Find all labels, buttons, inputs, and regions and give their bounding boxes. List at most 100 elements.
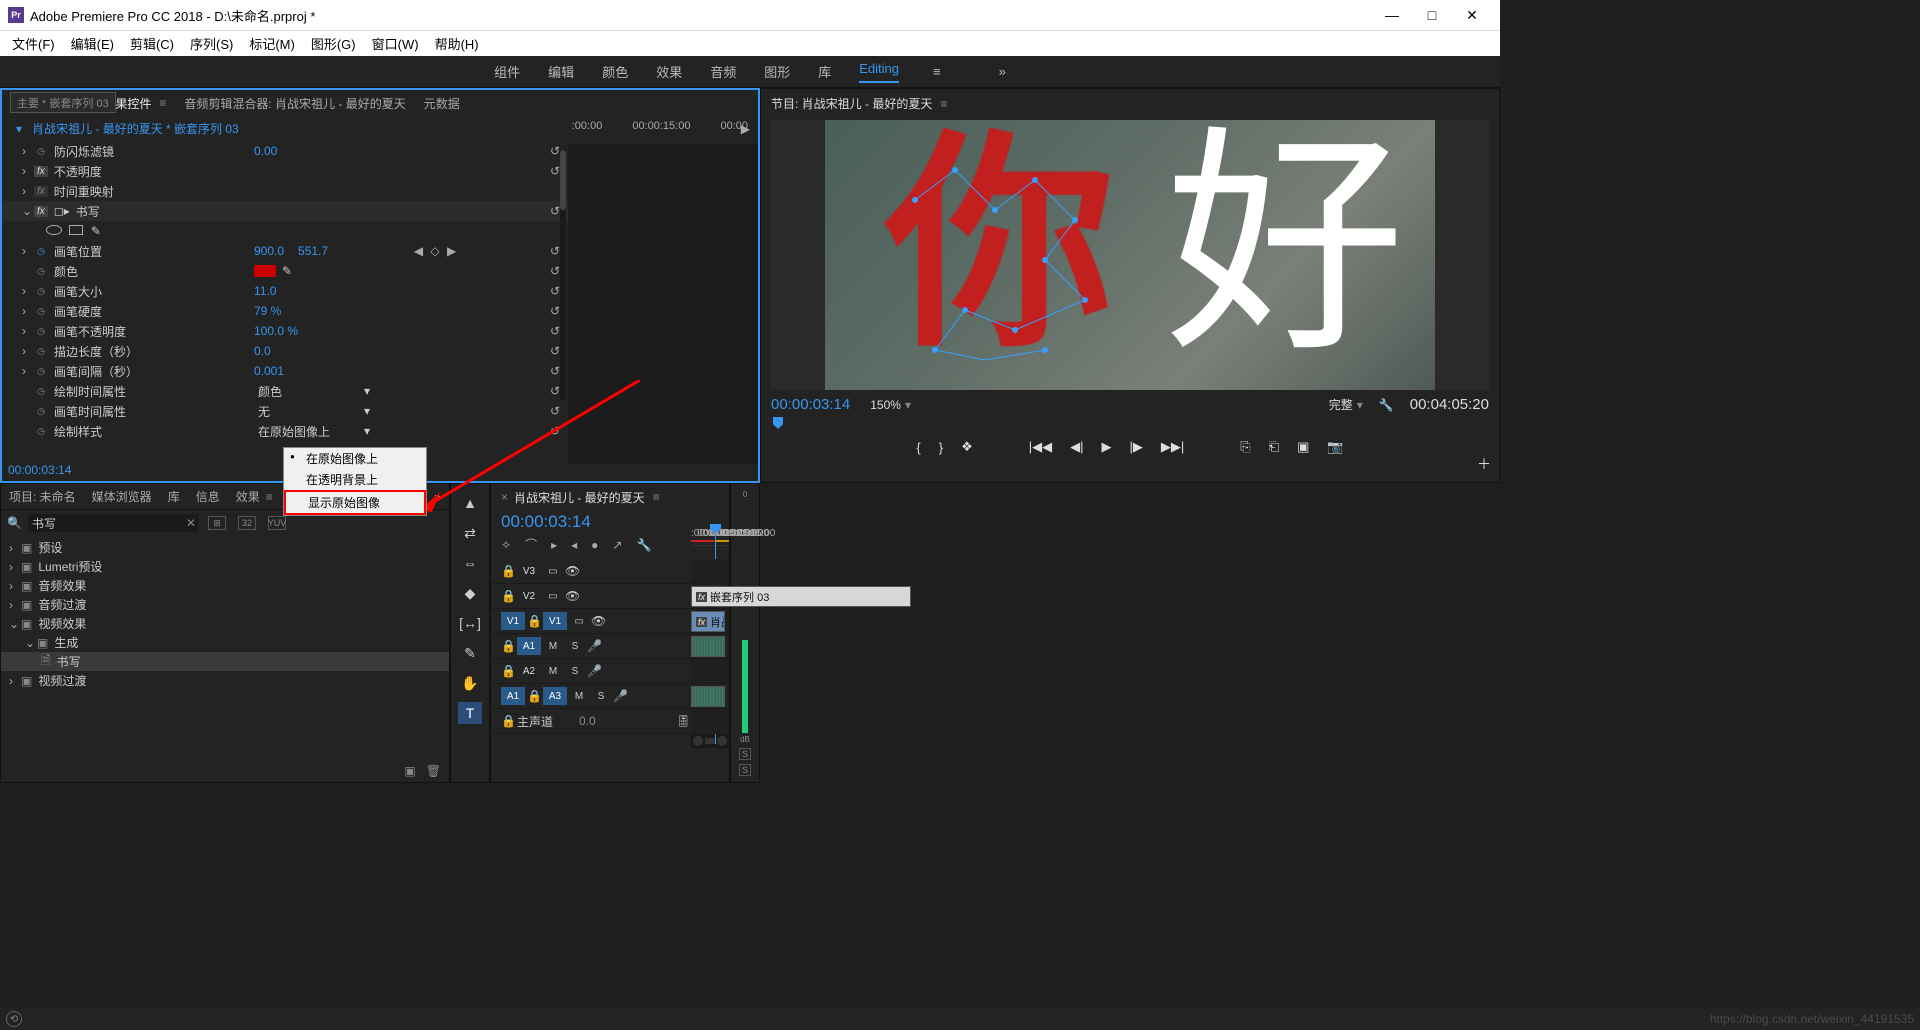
export-frame-icon[interactable]: ▣ (1297, 439, 1309, 455)
prog-tc-in[interactable]: 00:00:03:14 (771, 396, 850, 413)
track-a2[interactable]: 🔒A2MS🎤 (491, 659, 691, 684)
clip-audio-a1[interactable] (691, 636, 725, 657)
motion-path-overlay[interactable] (895, 150, 1115, 380)
reset-icon[interactable]: ↺ (550, 324, 560, 338)
prop-brush-gap[interactable]: ›◷ 画笔间隔（秒） 0.001 ↺ (2, 361, 570, 381)
prop-write-effect[interactable]: ⌄fx ◻▸ 书写 ↺ (2, 201, 570, 221)
solo-toggle[interactable]: S (739, 748, 751, 760)
ec-panel-menu-icon[interactable]: ≡ (159, 96, 166, 110)
reset-icon[interactable]: ↺ (550, 144, 560, 158)
reset-icon[interactable]: ↺ (550, 284, 560, 298)
fx-badge-yuv[interactable]: YUV (268, 516, 286, 530)
ws-editing[interactable]: 编辑 (548, 62, 574, 81)
ws-graphics[interactable]: 图形 (764, 62, 790, 81)
timeline-clip-area[interactable]: fx嵌套序列 03 fx肖战宋祖儿 - 最好的夏天.mp4 [V] (691, 559, 729, 734)
trash-icon[interactable]: 🗑 (426, 764, 441, 778)
menu-sequence[interactable]: 序列(S) (182, 34, 241, 53)
ec-scrollbar[interactable] (560, 150, 566, 400)
maximize-button[interactable]: □ (1412, 7, 1452, 23)
tree-generate[interactable]: ⌄▣生成 (1, 633, 449, 652)
tab-info[interactable]: 信息 (196, 488, 220, 505)
go-to-out-icon[interactable]: ▶▶| (1161, 439, 1184, 455)
fx-badge-32[interactable]: 32 (238, 516, 256, 530)
color-swatch[interactable] (254, 265, 276, 277)
tab-metadata[interactable]: 元数据 (424, 95, 460, 112)
selection-tool-icon[interactable]: ▲ (458, 492, 482, 514)
go-to-in-icon[interactable]: |◀◀ (1029, 439, 1052, 455)
fx-badge-accel[interactable]: ⊞ (208, 516, 226, 530)
timeline-ruler[interactable]: :00:00 00:00:15:00 00:00:30:00 00:00:45:… (691, 524, 729, 546)
reset-icon[interactable]: ↺ (550, 424, 560, 438)
button-editor-plus-icon[interactable]: ＋ (1477, 454, 1491, 474)
marker-icon[interactable]: ● (591, 538, 598, 552)
settings2-icon[interactable]: ↗ (612, 538, 622, 552)
ec-timecode[interactable]: 00:00:03:14 (8, 463, 71, 477)
reset-icon[interactable]: ↺ (550, 364, 560, 378)
ws-assembly[interactable]: 组件 (494, 62, 520, 81)
solo-toggle-2[interactable]: S (739, 764, 751, 776)
prop-brush-time[interactable]: ›◷ 画笔时间属性 无▾ ↺ (2, 401, 570, 421)
step-forward-icon[interactable]: |▶ (1130, 439, 1143, 455)
menu-window[interactable]: 窗口(W) (364, 34, 427, 53)
val-brush-pos-y[interactable]: 551.7 (298, 244, 328, 258)
menu-help[interactable]: 帮助(H) (427, 34, 487, 53)
tl-panel-menu-icon[interactable]: ≡ (653, 490, 660, 504)
menu-marker[interactable]: 标记(M) (241, 34, 303, 53)
val-brush-gap[interactable]: 0.001 (254, 364, 284, 378)
track-a1[interactable]: 🔒A1MS🎤 (491, 634, 691, 659)
cc-icon[interactable]: ⟲ (6, 1011, 22, 1027)
tab-media-browser[interactable]: 媒体浏览器 (92, 488, 152, 505)
ws-effects[interactable]: 效果 (656, 62, 682, 81)
prop-timeremap[interactable]: ›fx 时间重映射 (2, 181, 570, 201)
reset-icon[interactable]: ↺ (550, 344, 560, 358)
tab-project[interactable]: 项目: 未命名 (9, 488, 76, 505)
close-button[interactable]: ✕ (1452, 7, 1492, 24)
ripple-tool-icon[interactable]: ⇔ (458, 552, 482, 574)
reset-icon[interactable]: ↺ (550, 404, 560, 418)
val-stroke-len[interactable]: 0.0 (254, 344, 271, 358)
dd-option-show-original[interactable]: 显示原始图像 (284, 490, 426, 515)
track-v2[interactable]: 🔒V2▭👁 (491, 584, 691, 609)
val-brush-hard[interactable]: 79 % (254, 304, 281, 318)
snap-icon[interactable]: ✧ (501, 538, 511, 552)
program-canvas[interactable]: 你 好 (771, 120, 1489, 390)
prop-paint-style[interactable]: ›◷ 绘制样式 在原始图像上▾ ↺ (2, 421, 570, 441)
tl-horizontal-scroll[interactable] (691, 734, 729, 748)
rect-mask-icon[interactable] (69, 225, 83, 235)
ec-keyframe-area[interactable] (568, 144, 758, 464)
prog-scrubber[interactable] (773, 417, 1487, 433)
linked-sel-icon[interactable]: ⌒ (525, 536, 537, 553)
prop-opacity[interactable]: ›fx 不透明度 ↺ (2, 161, 570, 181)
slip-tool-icon[interactable]: [↔] (458, 612, 482, 634)
ws-overflow-icon[interactable]: » (999, 64, 1006, 79)
track-select-tool-icon[interactable]: ⇄ (458, 522, 482, 544)
tree-audio-trans[interactable]: ›▣音频过渡 (1, 595, 449, 614)
tab-effects[interactable]: 效果 (236, 488, 260, 505)
clip-nested-seq[interactable]: fx嵌套序列 03 (691, 586, 911, 607)
add-marker-icon[interactable]: ❖ (961, 439, 973, 455)
ec-master-clip[interactable]: 主要 * 嵌套序列 03 (10, 92, 116, 113)
extract-icon[interactable]: ⎗ (1269, 439, 1279, 455)
prop-brush-hardness[interactable]: ›◷ 画笔硬度 79 % ↺ (2, 301, 570, 321)
camera-icon[interactable]: 📷 (1327, 439, 1343, 455)
val-brush-pos-x[interactable]: 900.0 (254, 244, 284, 258)
ellipse-mask-icon[interactable] (46, 225, 62, 235)
prop-paint-time[interactable]: ›◷ 绘制时间属性 颜色▾ ↺ (2, 381, 570, 401)
menu-file[interactable]: 文件(F) (4, 34, 63, 53)
step-back-icon[interactable]: ◀| (1070, 439, 1083, 455)
menu-graphics[interactable]: 图形(G) (303, 34, 364, 53)
eyedropper-icon[interactable]: ✎ (282, 264, 292, 278)
type-tool-icon[interactable]: T (458, 702, 482, 724)
overwrite-icon[interactable]: ◂ (571, 538, 577, 552)
prog-panel-menu-icon[interactable]: ≡ (940, 97, 947, 111)
tree-lumetri[interactable]: ›▣Lumetri预设 (1, 557, 449, 576)
menu-clip[interactable]: 剪辑(C) (122, 34, 182, 53)
ws-menu-icon[interactable]: ≡ (933, 64, 941, 79)
tree-audio-fx[interactable]: ›▣音频效果 (1, 576, 449, 595)
prop-brush-size[interactable]: ›◷ 画笔大小 11.0 ↺ (2, 281, 570, 301)
tree-write-effect[interactable]: 🗎书写 (1, 652, 449, 671)
hand-tool-icon[interactable]: ✋ (458, 672, 482, 694)
bl-overflow-icon[interactable]: » (434, 490, 441, 504)
prog-resolution-dropdown[interactable]: 完整▾ (1329, 396, 1363, 413)
dd-option-on-original[interactable]: 在原始图像上 (284, 448, 426, 469)
